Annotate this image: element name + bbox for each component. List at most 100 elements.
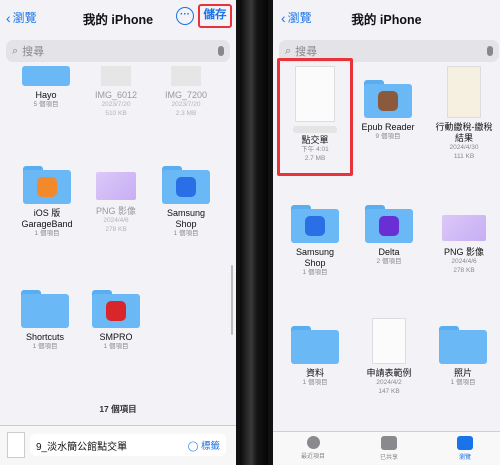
item-name: 資料	[305, 368, 324, 378]
guitar-app-icon	[37, 177, 57, 197]
save-bar: 9_淡水簡公館點交單 ◯ 標籤	[0, 425, 236, 465]
tab-recents[interactable]: 最近項目	[283, 436, 343, 460]
file-name-field[interactable]: 9_淡水簡公館點交單 ◯ 標籤	[30, 434, 226, 456]
file-png-image[interactable]: PNG 影像 2024/4/6 278 KB	[431, 205, 497, 275]
item-date: 下午 4:01	[301, 146, 329, 153]
search-placeholder: 搜尋	[295, 46, 318, 58]
item-meta: 1 個項目	[103, 343, 129, 350]
phone-bezel	[240, 0, 268, 465]
image-thumbnail	[171, 66, 201, 86]
item-name: PNG 影像	[95, 206, 136, 216]
item-name: SMPRO	[99, 332, 133, 342]
item-name-line2: Shop	[304, 258, 326, 268]
item-name: 行動繳稅-繳稅	[435, 122, 493, 132]
document-thumbnail	[372, 318, 406, 364]
delta-app-icon	[379, 216, 399, 236]
tab-label: 已共享	[379, 455, 398, 461]
folder-photos[interactable]: 照片 1 個項目	[431, 326, 495, 388]
file-name-value: 9_淡水簡公館點交單	[36, 441, 128, 453]
item-meta: 1 個項目	[450, 379, 476, 386]
file-application-sample[interactable]: 申請表範例 2024/4/2 147 KB	[357, 318, 421, 396]
item-name: 點交單	[301, 135, 329, 145]
item-name: Samsung	[295, 247, 335, 257]
right-navbar: ‹ 瀏覽 我的 iPhone	[273, 0, 500, 34]
file-img-6012[interactable]: IMG_6012 2023/7/20 510 KB	[86, 66, 146, 118]
folder-hayo[interactable]: Hayo 5 個項目	[16, 66, 76, 110]
item-name: 申請表範例	[366, 368, 412, 378]
folder-epub-reader[interactable]: Epub Reader 9 個項目	[353, 80, 423, 142]
microphone-icon[interactable]	[487, 46, 493, 56]
blurred-text	[293, 126, 337, 133]
document-thumbnail	[295, 66, 335, 122]
folder-samsung-shop[interactable]: Samsung Shop 1 個項目	[283, 205, 347, 278]
tab-shared[interactable]: 已共享	[359, 436, 419, 461]
folder-ziliao[interactable]: 資料 1 個項目	[283, 326, 347, 388]
image-thumbnail	[442, 215, 486, 241]
item-name-line2: 結果	[454, 133, 473, 143]
item-meta: 2 個項目	[376, 258, 402, 265]
search-icon: ⌕	[285, 44, 292, 57]
item-date: 2024/4/6	[103, 217, 129, 224]
folder-garageband[interactable]: iOS 版 GarageBand 1 個項目	[16, 166, 78, 239]
save-button[interactable]: 儲存	[198, 4, 232, 28]
item-count: 17 個項目	[99, 404, 137, 414]
item-date: 2024/4/30	[449, 144, 479, 151]
item-size: 2.7 MB	[304, 154, 326, 162]
tags-button[interactable]: ◯ 標籤	[188, 438, 220, 452]
left-navbar: ‹ 瀏覽 我的 iPhone ··· 儲存	[0, 0, 236, 34]
item-name: IMG_7200	[164, 90, 208, 100]
item-name: Shortcuts	[25, 332, 65, 342]
folder-icon	[439, 326, 487, 364]
file-tax-result[interactable]: 行動繳稅-繳稅 結果 2024/4/30 111 KB	[427, 66, 500, 161]
smpro-app-icon	[106, 301, 126, 321]
folder-shortcuts[interactable]: Shortcuts 1 個項目	[14, 290, 76, 352]
item-size: 278 KB	[453, 266, 475, 274]
tab-label: 瀏覽	[458, 455, 471, 461]
item-meta: 1 個項目	[302, 379, 328, 386]
item-size: 2.3 MB	[175, 109, 197, 117]
folder-icon	[23, 166, 71, 204]
item-name: Hayo	[35, 90, 57, 100]
search-icon: ⌕	[12, 44, 19, 57]
document-thumbnail	[7, 432, 25, 458]
item-name: Delta	[378, 247, 400, 257]
file-img-7200[interactable]: IMG_7200 2023/7/20 2.3 MB	[156, 66, 216, 118]
book-app-icon	[378, 91, 398, 111]
item-name: Epub Reader	[361, 122, 415, 132]
item-meta: 5 個項目	[33, 101, 59, 108]
folder-icon	[365, 205, 413, 243]
item-meta: 1 個項目	[302, 269, 328, 276]
item-name: iOS 版	[33, 208, 61, 218]
ellipsis-icon: ···	[180, 9, 190, 20]
more-options-button[interactable]: ···	[176, 7, 194, 25]
file-dianjiaodan[interactable]: 點交單 下午 4:01 2.7 MB	[283, 66, 347, 163]
screenshot-stage: ‹ 瀏覽 我的 iPhone ··· 儲存 ⌕ 搜尋 Hayo 5 個項目 IM…	[0, 0, 500, 465]
folder-smpro[interactable]: SMPRO 1 個項目	[86, 290, 146, 352]
item-name: PNG 影像	[443, 247, 484, 257]
folder-icon	[22, 66, 70, 86]
image-thumbnail	[96, 172, 136, 200]
folder-icon	[291, 326, 339, 364]
microphone-icon[interactable]	[218, 46, 224, 56]
file-png-image[interactable]: PNG 影像 2024/4/6 278 KB	[86, 166, 146, 234]
item-meta: 1 個項目	[32, 343, 58, 350]
search-bar[interactable]: ⌕ 搜尋	[6, 40, 230, 62]
tab-browse[interactable]: 瀏覽	[435, 436, 495, 461]
item-size: 147 KB	[378, 387, 400, 395]
left-phone-screen: ‹ 瀏覽 我的 iPhone ··· 儲存 ⌕ 搜尋 Hayo 5 個項目 IM…	[0, 0, 240, 465]
folder-samsung-shop[interactable]: Samsung Shop 1 個項目	[156, 166, 216, 239]
scroll-indicator[interactable]	[231, 265, 233, 335]
item-date: 2024/4/2	[376, 379, 402, 386]
folder-icon	[291, 205, 339, 243]
item-name: IMG_6012	[94, 90, 138, 100]
item-date: 2023/7/20	[101, 101, 131, 108]
item-date: 2023/7/20	[171, 101, 201, 108]
item-name: Samsung	[166, 208, 206, 218]
item-size: 278 KB	[105, 225, 127, 233]
item-meta: 9 個項目	[375, 133, 401, 140]
item-meta: 1 個項目	[34, 230, 60, 237]
right-phone-screen: ‹ 瀏覽 我的 iPhone ⌕ 搜尋 點交單 下午 4:01 2.7 MB E…	[268, 0, 500, 465]
item-size: 111 KB	[453, 152, 475, 160]
item-name-line2: Shop	[175, 219, 197, 229]
folder-delta[interactable]: Delta 2 個項目	[357, 205, 421, 267]
